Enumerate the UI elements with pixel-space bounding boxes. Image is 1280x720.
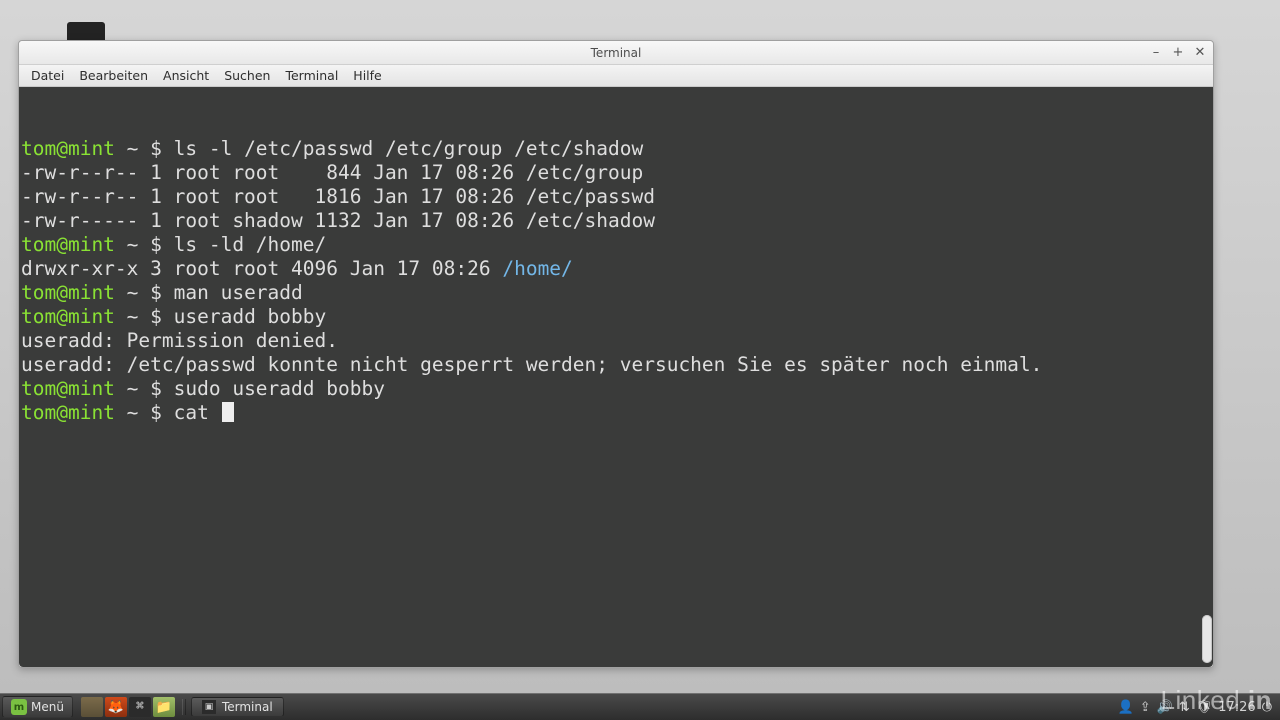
- terminal-line: tom@mint ~ $ sudo useradd bobby: [21, 377, 1211, 401]
- quicklaunch: 🦊 ⌘ 📁: [81, 697, 175, 717]
- terminal-launcher[interactable]: ⌘: [129, 697, 151, 717]
- cursor: [222, 402, 234, 422]
- terminal-icon: ▣: [202, 700, 216, 714]
- firefox-launcher[interactable]: 🦊: [105, 697, 127, 717]
- taskbar: m Menü 🦊 ⌘ 📁 ▣ Terminal 👤 ⇪ 🔊 ⇅ 🛡 17:26 …: [0, 694, 1280, 720]
- command-text: man useradd: [174, 281, 303, 304]
- terminal-line: tom@mint ~ $ ls -l /etc/passwd /etc/grou…: [21, 137, 1211, 161]
- menubar: Datei Bearbeiten Ansicht Suchen Terminal…: [19, 65, 1213, 87]
- terminal-line: useradd: Permission denied.: [21, 329, 1211, 353]
- command-text: ls -l /etc/passwd /etc/group /etc/shadow: [174, 137, 644, 160]
- menu-item-edit[interactable]: Bearbeiten: [73, 66, 154, 85]
- prompt-userhost: tom@mint: [21, 377, 115, 400]
- terminal-line: -rw-r--r-- 1 root root 844 Jan 17 08:26 …: [21, 161, 1211, 185]
- scrollbar-thumb[interactable]: [1202, 615, 1212, 663]
- terminal-line: -rw-r--r-- 1 root root 1816 Jan 17 08:26…: [21, 185, 1211, 209]
- menu-item-view[interactable]: Ansicht: [157, 66, 215, 85]
- shield-icon[interactable]: 🛡: [1196, 700, 1213, 715]
- start-menu-button[interactable]: m Menü: [2, 696, 73, 718]
- taskbar-entry-label: Terminal: [222, 700, 273, 714]
- window-maximize-button[interactable]: +: [1169, 43, 1187, 61]
- prompt-userhost: tom@mint: [21, 401, 115, 424]
- prompt-separator: ~ $: [115, 137, 174, 160]
- system-tray: 👤 ⇪ 🔊 ⇅ 🛡 17:26 ⏻: [1112, 700, 1278, 715]
- network-icon[interactable]: ⇅: [1179, 700, 1190, 715]
- show-desktop-button[interactable]: [81, 697, 103, 717]
- mint-logo-icon: m: [11, 699, 27, 715]
- prompt-userhost: tom@mint: [21, 305, 115, 328]
- prompt-separator: ~ $: [115, 377, 174, 400]
- terminal-area[interactable]: tom@mint ~ $ ls -l /etc/passwd /etc/grou…: [19, 87, 1213, 667]
- prompt-separator: ~ $: [115, 281, 174, 304]
- terminal-line: drwxr-xr-x 3 root root 4096 Jan 17 08:26…: [21, 257, 1211, 281]
- window-close-button[interactable]: ✕: [1191, 43, 1209, 61]
- start-menu-label: Menü: [31, 700, 64, 714]
- window-controls: – + ✕: [1147, 43, 1209, 61]
- window-title: Terminal: [591, 46, 642, 60]
- terminal-line: tom@mint ~ $ cat: [21, 401, 1211, 425]
- prompt-userhost: tom@mint: [21, 281, 115, 304]
- prompt-userhost: tom@mint: [21, 137, 115, 160]
- menu-item-help[interactable]: Hilfe: [347, 66, 387, 85]
- volume-icon[interactable]: 🔊: [1157, 700, 1173, 715]
- terminal-line: useradd: /etc/passwd konnte nicht gesper…: [21, 353, 1211, 377]
- terminal-window: Terminal – + ✕ Datei Bearbeiten Ansicht …: [18, 40, 1214, 668]
- updates-icon[interactable]: ⇪: [1140, 700, 1151, 715]
- command-text: ls -ld /home/: [174, 233, 327, 256]
- window-titlebar[interactable]: Terminal – + ✕: [19, 41, 1213, 65]
- terminal-line: -rw-r----- 1 root shadow 1132 Jan 17 08:…: [21, 209, 1211, 233]
- prompt-separator: ~ $: [115, 305, 174, 328]
- terminal-line: tom@mint ~ $ man useradd: [21, 281, 1211, 305]
- menu-item-file[interactable]: Datei: [25, 66, 70, 85]
- command-text: useradd bobby: [174, 305, 327, 328]
- terminal-line: tom@mint ~ $ useradd bobby: [21, 305, 1211, 329]
- files-launcher[interactable]: 📁: [153, 697, 175, 717]
- terminal-line: tom@mint ~ $ ls -ld /home/: [21, 233, 1211, 257]
- command-text: sudo useradd bobby: [174, 377, 385, 400]
- command-text: cat: [174, 401, 221, 424]
- panel-app-stub: [67, 22, 105, 40]
- prompt-separator: ~ $: [115, 401, 174, 424]
- user-icon[interactable]: 👤: [1118, 700, 1134, 715]
- taskbar-entry-terminal[interactable]: ▣ Terminal: [191, 697, 284, 717]
- prompt-separator: ~ $: [115, 233, 174, 256]
- taskbar-divider: [182, 699, 186, 715]
- menu-item-search[interactable]: Suchen: [218, 66, 276, 85]
- window-minimize-button[interactable]: –: [1147, 43, 1165, 61]
- menu-item-terminal[interactable]: Terminal: [279, 66, 344, 85]
- path-link: /home/: [502, 257, 572, 280]
- clock[interactable]: 17:26: [1218, 700, 1255, 715]
- logout-icon[interactable]: ⏻: [1262, 700, 1272, 715]
- prompt-userhost: tom@mint: [21, 233, 115, 256]
